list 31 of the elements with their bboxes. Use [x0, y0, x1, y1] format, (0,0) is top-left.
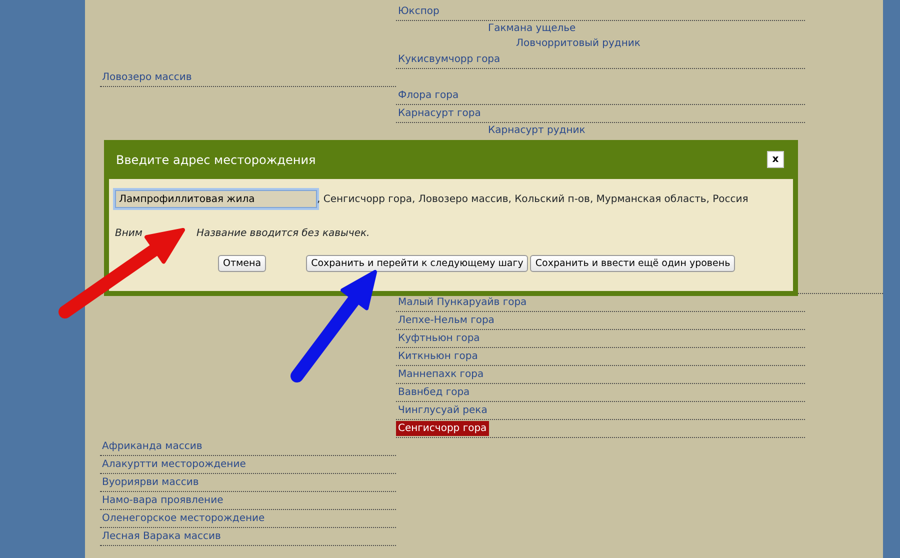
tree-item[interactable]: Лесная Варака массив — [100, 529, 223, 544]
tree-item[interactable]: Оленегорское месторождение — [100, 511, 267, 526]
tree-item[interactable]: Алакуртти месторождение — [100, 457, 248, 472]
tree-item[interactable]: Ловчорритовый рудник — [514, 36, 642, 51]
tree-item[interactable]: Чинглусуай река — [396, 403, 490, 418]
tree-item[interactable]: Вуориярви массив — [100, 475, 201, 490]
address-input[interactable]: Лампрофиллитовая жила — [115, 190, 317, 208]
tree-item[interactable]: Малый Пункаруайв гора — [396, 295, 529, 310]
tree-item[interactable]: Намо-вара проявление — [100, 493, 226, 508]
tree-item[interactable]: Куфтньюн гора — [396, 331, 482, 346]
tree-item[interactable]: Флора гора — [396, 88, 461, 103]
tree-item[interactable]: Лепхе-Нельм гора — [396, 313, 496, 328]
dialog-title: Введите адрес месторождения — [116, 152, 316, 168]
close-button[interactable]: x — [767, 151, 784, 168]
tree-item[interactable]: Вавнбед гора — [396, 385, 472, 400]
tree-item[interactable]: Африканда массив — [100, 439, 204, 454]
save-button[interactable]: Сохранить и перейти к следующему шагу — [306, 255, 528, 272]
tree-item[interactable]: Карнасурт рудник — [486, 123, 588, 138]
tree-item[interactable]: Кукисвумчорр гора — [396, 52, 502, 67]
address-text: , Сенгисчорр гора, Ловозеро массив, Кольский п-ов, Мурманская область, Россия — [317, 192, 748, 206]
warning-text: Название вводится без кавычек. — [196, 227, 370, 241]
tree-item[interactable]: Карнасурт гора — [396, 106, 483, 121]
tree-item[interactable]: Киткньюн гора — [396, 349, 480, 364]
tree-item[interactable]: Сенгисчорр гора — [396, 421, 489, 436]
tree-item[interactable]: Юкспор — [396, 4, 442, 19]
tree-item[interactable]: Ловозеро массив — [100, 70, 194, 85]
save-button[interactable]: Сохранить и ввести ещё один уровень — [530, 255, 736, 272]
tree-item[interactable]: Маннепахк гора — [396, 367, 486, 382]
tree-item[interactable]: Гакмана ущелье — [486, 21, 578, 36]
cancel-button[interactable]: Отмена — [218, 255, 266, 272]
warning-text: Вним — [115, 227, 142, 241]
